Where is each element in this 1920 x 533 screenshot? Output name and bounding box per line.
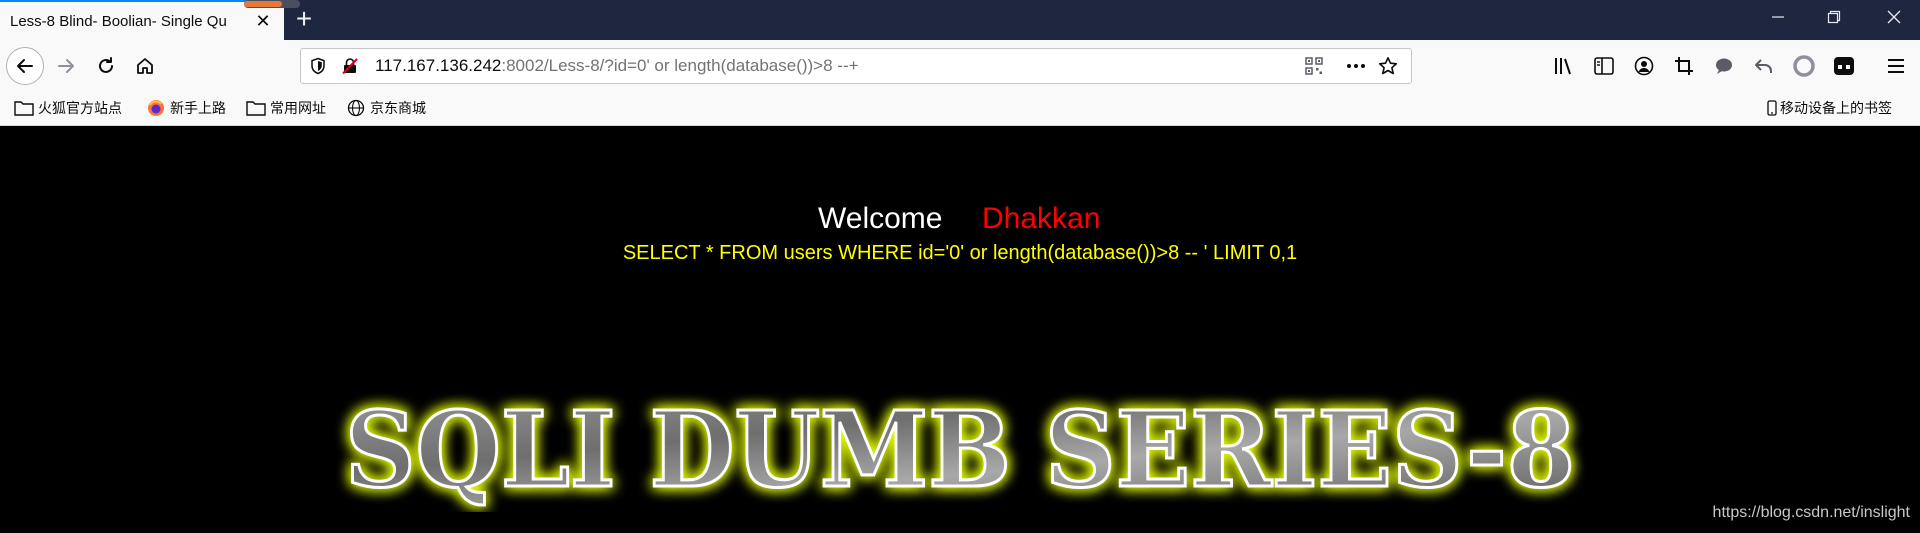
qr-code-icon[interactable] (1305, 57, 1323, 80)
forward-arrow-icon (58, 59, 74, 73)
reload-button[interactable] (87, 47, 125, 85)
bookmark-item[interactable]: 京东商城 (346, 92, 426, 124)
forward-button[interactable] (47, 47, 85, 85)
restore-icon (1827, 10, 1841, 24)
star-icon[interactable] (1378, 56, 1398, 81)
home-icon (137, 58, 153, 74)
bookmarks-toolbar: 火狐官方站点 新手上路 常用网址 京东商城 移动设备上的书签 (0, 92, 1920, 126)
reload-icon (99, 57, 113, 73)
banner-logo: SQLI DUMB SERIES-8 (344, 387, 1577, 513)
close-icon (1887, 10, 1901, 24)
bookmark-label: 新手上路 (170, 100, 226, 116)
folder-icon (14, 98, 34, 118)
url-path: :8002/Less-8/?id=0' or length(database()… (501, 56, 859, 75)
extension-icon[interactable] (1832, 54, 1856, 78)
library-icon[interactable] (1552, 54, 1576, 78)
close-tab-icon[interactable]: ✕ (252, 10, 274, 32)
sql-query-text: SELECT * FROM users WHERE id='0' or leng… (622, 242, 1298, 264)
home-button[interactable] (126, 47, 164, 85)
circle-icon[interactable] (1792, 54, 1816, 78)
minimize-icon (1772, 16, 1784, 18)
navigation-toolbar: 117.167.136.242:8002/Less-8/?id=0' or le… (0, 40, 1920, 92)
url-bar[interactable]: 117.167.136.242:8002/Less-8/?id=0' or le… (300, 48, 1412, 84)
hamburger-menu-icon[interactable] (1884, 54, 1908, 78)
bookmark-item[interactable]: 火狐官方站点 (14, 92, 122, 124)
bookmark-label: 京东商城 (370, 100, 426, 116)
mobile-bookmarks[interactable]: 移动设备上的书签 (1766, 92, 1892, 124)
welcome-text: Welcome (818, 202, 943, 235)
mobile-bookmarks-label: 移动设备上的书签 (1780, 100, 1892, 116)
close-window-button[interactable] (1868, 0, 1920, 40)
sidebar-icon[interactable] (1592, 54, 1616, 78)
undo-icon[interactable] (1752, 54, 1776, 78)
tab-loading-bar (244, 1, 282, 7)
watermark: https://blog.csdn.net/inslight (1712, 504, 1910, 521)
bookmark-label: 常用网址 (270, 100, 326, 116)
chat-icon[interactable] (1712, 54, 1736, 78)
globe-icon (346, 98, 366, 118)
mobile-icon (1766, 98, 1778, 118)
tab-strip: Less-8 Blind- Boolian- Single Qu ✕ + (0, 0, 1920, 40)
minimize-window-button[interactable] (1752, 0, 1804, 40)
url-text[interactable]: 117.167.136.242:8002/Less-8/?id=0' or le… (375, 49, 859, 83)
back-button[interactable] (6, 47, 44, 85)
restore-window-button[interactable] (1808, 0, 1860, 40)
folder-icon (246, 98, 266, 118)
tab-active[interactable]: Less-8 Blind- Boolian- Single Qu ✕ (0, 0, 284, 40)
banner-text: SQLI DUMB SERIES-8 (345, 388, 1575, 511)
firefox-icon (146, 98, 166, 118)
bookmark-item[interactable]: 新手上路 (146, 92, 226, 124)
insecure-lock-icon[interactable] (341, 57, 359, 80)
url-host: 117.167.136.242 (375, 56, 502, 75)
tab-title: Less-8 Blind- Boolian- Single Qu (10, 12, 227, 30)
new-tab-button[interactable]: + (288, 4, 320, 36)
username-text: Dhakkan (982, 202, 1101, 235)
more-icon[interactable] (1345, 57, 1367, 80)
shield-icon[interactable] (309, 57, 327, 80)
back-arrow-icon (6, 47, 44, 85)
crop-icon[interactable] (1672, 54, 1696, 78)
bookmark-label: 火狐官方站点 (38, 100, 122, 116)
bookmark-item[interactable]: 常用网址 (246, 92, 326, 124)
account-icon[interactable] (1632, 54, 1656, 78)
page-content: Welcome Dhakkan SELECT * FROM users WHER… (0, 126, 1920, 533)
